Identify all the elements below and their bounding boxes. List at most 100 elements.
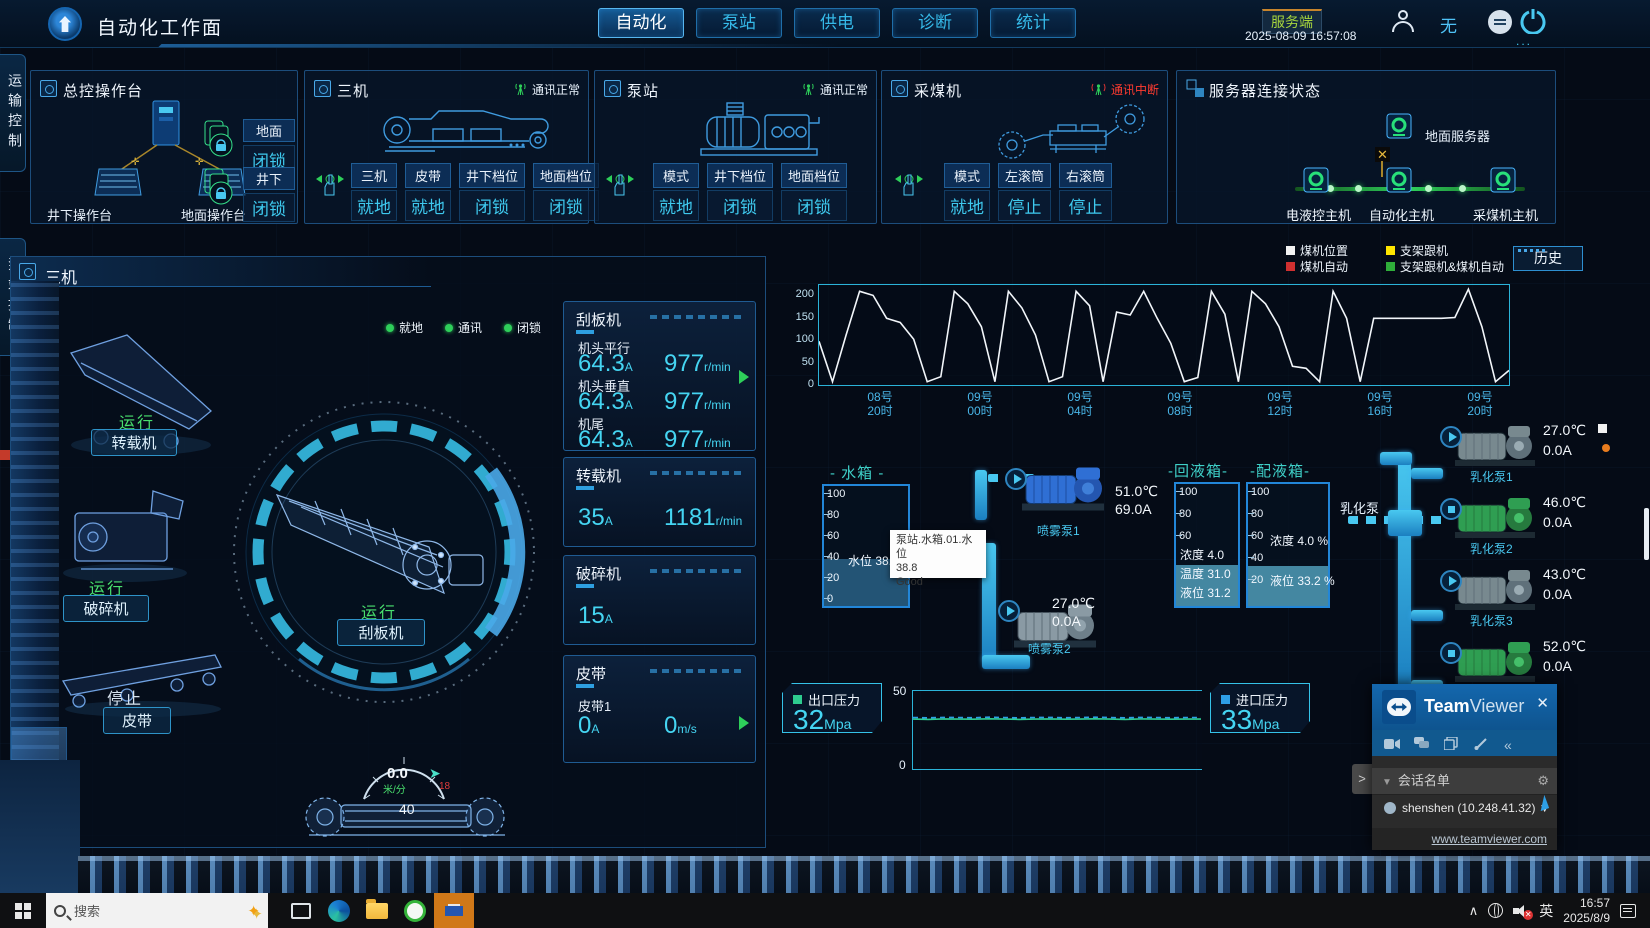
spray-pump2-play-button[interactable] bbox=[998, 600, 1020, 622]
expand-arrow-icon[interactable] bbox=[739, 716, 749, 730]
legend-color-square bbox=[1386, 246, 1395, 255]
panel-title: 总控操作台 bbox=[63, 80, 143, 101]
expand-arrow-icon[interactable] bbox=[739, 370, 749, 384]
emulsion-pump-3-amp: 0.0A bbox=[1543, 586, 1572, 602]
user-icon[interactable] bbox=[1392, 10, 1414, 32]
mix-tank[interactable]: 10080604020 浓度 4.0 %液位 33.2 % bbox=[1246, 482, 1330, 608]
machine-name-button-转载机[interactable]: 转载机 bbox=[91, 429, 177, 456]
control-label: 皮带 bbox=[405, 163, 451, 188]
nav-button-诊断[interactable]: 诊断 bbox=[892, 8, 978, 38]
machine-graphic-破碎机 bbox=[53, 479, 203, 589]
scraper-ring-gauge[interactable] bbox=[229, 397, 539, 707]
session-list-header[interactable]: ▼会话名单 ⚙ bbox=[1372, 768, 1557, 794]
chat-icon[interactable] bbox=[1414, 737, 1430, 750]
machine-name-button-破碎机[interactable]: 破碎机 bbox=[63, 595, 149, 622]
lock-texts: 地面闭锁 bbox=[243, 119, 295, 174]
menu-circle-icon[interactable] bbox=[1488, 10, 1512, 34]
main-nav: 自动化泵站供电诊断统计 bbox=[598, 8, 1076, 38]
emulsion-pump-1-play-button[interactable] bbox=[1440, 426, 1462, 448]
power-icon[interactable] bbox=[1520, 8, 1546, 34]
pump-station-graphic bbox=[695, 99, 825, 163]
history-button[interactable]: 历史 bbox=[1513, 246, 1583, 271]
nav-button-供电[interactable]: 供电 bbox=[794, 8, 880, 38]
volume-muted-icon[interactable]: ✕ bbox=[1513, 904, 1529, 918]
file-explorer-icon[interactable] bbox=[358, 893, 396, 928]
control-pair-三机[interactable]: 三机就地 bbox=[351, 163, 397, 221]
nav-button-自动化[interactable]: 自动化 bbox=[598, 8, 684, 38]
control-pair-右滚筒[interactable]: 右滚筒停止 bbox=[1059, 163, 1112, 221]
taskbar-search[interactable]: 搜索 ✦ bbox=[46, 893, 268, 928]
mix-tank-title: -配液箱- bbox=[1250, 460, 1310, 481]
brush-icon[interactable] bbox=[1474, 737, 1490, 750]
antenna-icon bbox=[513, 83, 528, 96]
control-pair-井下档位[interactable]: 井下档位闭锁 bbox=[707, 163, 773, 221]
scrollbar-thumb[interactable] bbox=[1644, 508, 1649, 560]
emulsion-pump-4-stop-button[interactable] bbox=[1440, 642, 1462, 664]
language-indicator[interactable]: 英 bbox=[1539, 901, 1553, 921]
sessions-icon[interactable] bbox=[1444, 737, 1460, 750]
emulsion-pump-2-graphic bbox=[1452, 490, 1540, 544]
pipe-stub bbox=[1411, 468, 1443, 479]
collapse-icon[interactable]: « bbox=[1504, 737, 1520, 750]
teamviewer-titlebar[interactable]: TeamViewer ✕ bbox=[1372, 684, 1557, 730]
emulsion-pump-4-graphic bbox=[1452, 634, 1540, 688]
tank-tick: 20 bbox=[1251, 574, 1263, 586]
scraper-name-button[interactable]: 刮板机 bbox=[337, 619, 425, 646]
teamviewer-expand-tab[interactable]: > bbox=[1352, 764, 1372, 794]
chart-y-tick: 150 bbox=[788, 311, 814, 323]
automation-workface-screen: 自动化工作面 自动化泵站供电诊断统计 服务端 2025-08-09 16:57:… bbox=[0, 0, 1650, 928]
control-pair-地面档位[interactable]: 地面档位闭锁 bbox=[533, 163, 599, 221]
scraper-row-amp: 64.3A bbox=[578, 426, 633, 454]
task-view-button[interactable] bbox=[282, 893, 320, 928]
header-decoration bbox=[159, 44, 842, 47]
machine-name-button-皮带[interactable]: 皮带 bbox=[103, 707, 171, 734]
control-value: 就地 bbox=[351, 190, 397, 221]
nav-button-泵站[interactable]: 泵站 bbox=[696, 8, 782, 38]
teamviewer-link[interactable]: www.teamviewer.com bbox=[1432, 832, 1547, 846]
network-icon[interactable] bbox=[1488, 903, 1503, 918]
panel-three-machines-main: 三机 就地通讯闭锁 运行 刮板机 bbox=[10, 256, 766, 848]
notification-center-icon[interactable] bbox=[1620, 904, 1636, 918]
close-icon[interactable]: ✕ bbox=[1536, 694, 1549, 712]
app-logo-icon bbox=[48, 7, 82, 41]
server-node-icon bbox=[1303, 167, 1329, 197]
scada-app-icon[interactable] bbox=[434, 893, 474, 928]
edge-browser-icon[interactable] bbox=[320, 893, 358, 928]
return-tank-row: 浓度 4.0 bbox=[1180, 546, 1224, 563]
green-dot-icon bbox=[386, 324, 394, 332]
return-tank[interactable]: 1008060 浓度 4.0温度 31.0液位 31.2 bbox=[1174, 482, 1240, 608]
emulsion-pump-3-play-button[interactable] bbox=[1440, 570, 1462, 592]
emulsion-pump-2-stop-button[interactable] bbox=[1440, 498, 1462, 520]
header-datetime: 2025-08-09 16:57:08 bbox=[1245, 29, 1356, 43]
tank-tick: 40 bbox=[827, 551, 839, 563]
server-node-icon bbox=[1490, 167, 1516, 197]
spray-pump1-label: 喷雾泵1 bbox=[1037, 522, 1080, 539]
taskbar-clock[interactable]: 16:572025/8/9 bbox=[1563, 896, 1610, 926]
video-icon[interactable] bbox=[1384, 737, 1400, 750]
start-button[interactable] bbox=[0, 893, 46, 928]
outlet-legend-square bbox=[793, 695, 802, 704]
nav-button-统计[interactable]: 统计 bbox=[990, 8, 1076, 38]
control-pair-井下档位[interactable]: 井下档位闭锁 bbox=[459, 163, 525, 221]
tank-tick: 80 bbox=[1251, 508, 1263, 520]
control-pair-左滚筒[interactable]: 左滚筒停止 bbox=[998, 163, 1051, 221]
control-label: 地面档位 bbox=[781, 163, 847, 188]
lock-scope-label: 地面 bbox=[243, 119, 295, 142]
control-pair-模式[interactable]: 模式就地 bbox=[653, 163, 699, 221]
browser-360-icon[interactable] bbox=[396, 893, 434, 928]
copilot-icon[interactable]: ✦ bbox=[247, 902, 260, 920]
spray-pump1-play-button[interactable] bbox=[1005, 468, 1027, 490]
lock-state-value[interactable]: 闭锁 bbox=[243, 193, 295, 222]
green-dot-icon bbox=[504, 324, 512, 332]
tank-tick: 100 bbox=[827, 488, 845, 500]
tray-expand-icon[interactable]: ∧ bbox=[1469, 903, 1479, 919]
session-user-row[interactable]: shenshen (10.248.41.32) ▼ bbox=[1372, 794, 1557, 820]
sidebar-tab-transport-control[interactable]: 运输控制 bbox=[0, 54, 26, 172]
lock-icon bbox=[201, 167, 235, 207]
emulsion-pump-2-amp: 0.0A bbox=[1543, 514, 1572, 530]
tank-tick: 100 bbox=[1251, 486, 1269, 498]
gear-icon[interactable]: ⚙ bbox=[1537, 768, 1549, 794]
control-pair-皮带[interactable]: 皮带就地 bbox=[405, 163, 451, 221]
control-pair-模式[interactable]: 模式就地 bbox=[944, 163, 990, 221]
control-pair-地面档位[interactable]: 地面档位闭锁 bbox=[781, 163, 847, 221]
